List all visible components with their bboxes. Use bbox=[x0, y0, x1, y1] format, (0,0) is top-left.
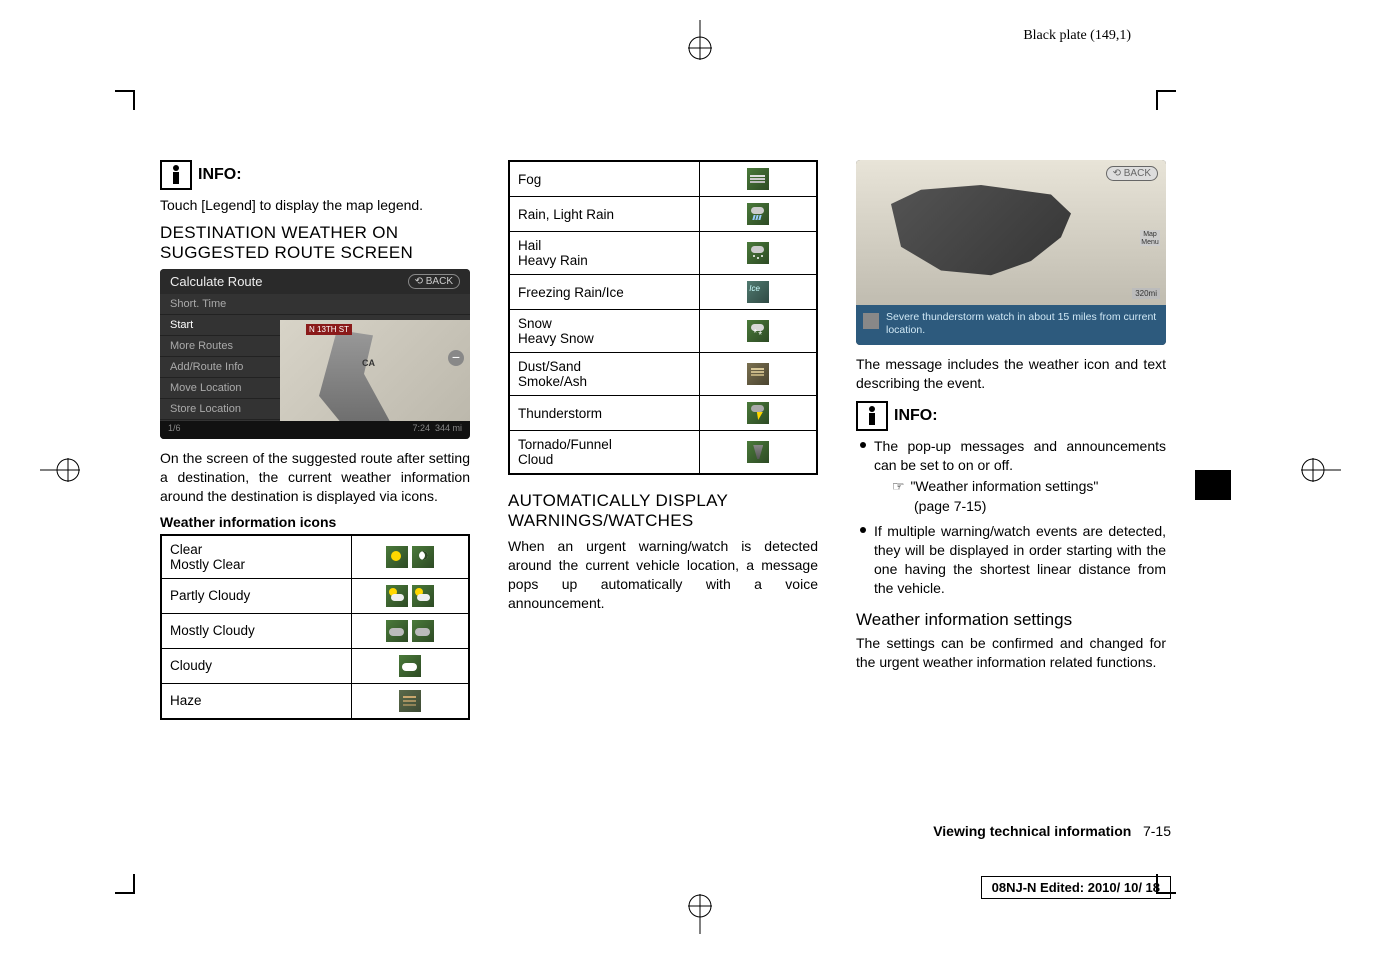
thunderstorm-icon bbox=[747, 402, 769, 424]
table-row: Cloudy bbox=[161, 648, 469, 683]
crop-mark bbox=[1156, 90, 1186, 120]
ice-icon bbox=[747, 281, 769, 303]
map-menu-button[interactable]: Map Menu bbox=[1140, 230, 1160, 246]
info-callout: INFO: bbox=[856, 401, 1166, 431]
dust-icon bbox=[747, 363, 769, 385]
settings-description: The settings can be confirmed and change… bbox=[856, 634, 1166, 672]
footer-section: Viewing technical information 7-15 bbox=[933, 823, 1171, 839]
page-content: INFO: Touch [Legend] to display the map … bbox=[160, 160, 1180, 720]
table-row: Clear Mostly Clear bbox=[161, 535, 469, 579]
calculate-route-screenshot: Calculate Route ⟲ BACK Short. Time Start… bbox=[160, 269, 470, 439]
alert-message: Severe thunderstorm watch in about 15 mi… bbox=[856, 305, 1166, 345]
cloudy-icon bbox=[399, 655, 421, 677]
column-2: Fog Rain, Light Rain Hail Heavy Rain Fre… bbox=[508, 160, 818, 720]
xref-text: "Weather information settings" bbox=[910, 478, 1098, 494]
icon-label: Dust/Sand Smoke/Ash bbox=[509, 353, 700, 396]
back-button[interactable]: ⟲ BACK bbox=[1106, 166, 1158, 181]
snow-icon bbox=[747, 320, 769, 342]
crop-mark bbox=[105, 864, 135, 894]
weather-icons-table-2: Fog Rain, Light Rain Hail Heavy Rain Fre… bbox=[508, 160, 818, 475]
info-callout: INFO: bbox=[160, 160, 470, 190]
distance: 344 mi bbox=[435, 423, 462, 433]
bullet-item: The pop-up messages and announcements ca… bbox=[856, 437, 1166, 517]
info-label: INFO: bbox=[894, 407, 938, 425]
table-row: Rain, Light Rain bbox=[509, 197, 817, 232]
zoom-out-icon[interactable]: − bbox=[448, 350, 464, 366]
mostly-cloudy-night-icon bbox=[412, 620, 434, 642]
icon-label: Freezing Rain/Ice bbox=[509, 275, 700, 310]
legend-tip: Touch [Legend] to display the map legend… bbox=[160, 196, 470, 215]
xref-icon: ☞ bbox=[892, 480, 905, 495]
table-row: Thunderstorm bbox=[509, 396, 817, 431]
reg-mark-left bbox=[40, 455, 80, 485]
icon-label: Partly Cloudy bbox=[161, 578, 352, 613]
us-map: ⟲ BACK Map Menu 320mi bbox=[856, 160, 1166, 305]
heading-weather-settings: Weather information settings bbox=[856, 610, 1166, 630]
haze-icon bbox=[399, 690, 421, 712]
table-row: Haze bbox=[161, 683, 469, 719]
weather-alert-screenshot: ⟲ BACK Map Menu 320mi Severe thunderstor… bbox=[856, 160, 1166, 345]
reg-mark-bottom bbox=[685, 894, 715, 934]
fog-icon bbox=[747, 168, 769, 190]
page-number: 7-15 bbox=[1143, 823, 1171, 839]
icons-table-title: Weather information icons bbox=[160, 514, 470, 530]
info-icon bbox=[856, 401, 888, 431]
rain-icon bbox=[747, 203, 769, 225]
black-plate-note: Black plate (149,1) bbox=[1023, 28, 1131, 44]
table-row: Mostly Cloudy bbox=[161, 613, 469, 648]
scale-label: 320mi bbox=[1132, 288, 1160, 299]
tornado-icon bbox=[747, 441, 769, 463]
column-1: INFO: Touch [Legend] to display the map … bbox=[160, 160, 470, 720]
reg-mark-top bbox=[685, 20, 715, 60]
icon-label: Haze bbox=[161, 683, 352, 719]
crop-mark bbox=[105, 90, 135, 120]
clock: 7:24 bbox=[412, 423, 430, 433]
bullet-item: If multiple warning/watch events are det… bbox=[856, 522, 1166, 598]
icon-label: Clear Mostly Clear bbox=[161, 535, 352, 579]
partly-cloudy-day-icon bbox=[386, 585, 408, 607]
info-label: INFO: bbox=[198, 166, 242, 184]
partly-cloudy-night-icon bbox=[412, 585, 434, 607]
info-icon bbox=[160, 160, 192, 190]
reg-mark-right bbox=[1301, 455, 1341, 485]
map-state: CA bbox=[362, 358, 375, 368]
warning-description: When an urgent warning/watch is detected… bbox=[508, 537, 818, 613]
dest-street: N 13TH ST bbox=[306, 324, 352, 335]
table-row: Partly Cloudy bbox=[161, 578, 469, 613]
back-button[interactable]: ⟲ BACK bbox=[408, 274, 460, 289]
moon-icon bbox=[412, 546, 434, 568]
heading-auto-display: AUTOMATICALLY DISPLAY WARNINGS/WATCHES bbox=[508, 491, 818, 531]
icon-label: Snow Heavy Snow bbox=[509, 310, 700, 353]
table-row: Dust/Sand Smoke/Ash bbox=[509, 353, 817, 396]
icon-label: Cloudy bbox=[161, 648, 352, 683]
column-3: ⟲ BACK Map Menu 320mi Severe thunderstor… bbox=[856, 160, 1166, 720]
icon-label: Hail Heavy Rain bbox=[509, 232, 700, 275]
icon-label: Fog bbox=[509, 161, 700, 197]
icon-label: Thunderstorm bbox=[509, 396, 700, 431]
mostly-cloudy-day-icon bbox=[386, 620, 408, 642]
screen-title: Calculate Route bbox=[170, 274, 263, 289]
thumb-tab bbox=[1195, 470, 1231, 500]
message-description: The message includes the weather icon an… bbox=[856, 355, 1166, 393]
weather-icons-table-1: Clear Mostly Clear Partly Cloudy Mostly … bbox=[160, 534, 470, 720]
document-revision: 08NJ-N Edited: 2010/ 10/ 18 bbox=[981, 876, 1171, 899]
table-row: Fog bbox=[509, 161, 817, 197]
menu-row[interactable]: Short. Time bbox=[160, 294, 470, 315]
xref-page: (page 7-15) bbox=[874, 497, 1166, 516]
table-row: Hail Heavy Rain bbox=[509, 232, 817, 275]
route-description: On the screen of the suggested route aft… bbox=[160, 449, 470, 506]
table-row: Tornado/Funnel Cloud bbox=[509, 431, 817, 475]
page-indicator: 1/6 bbox=[168, 423, 181, 437]
heading-destination-weather: DESTINATION WEATHER ON SUGGESTED ROUTE S… bbox=[160, 223, 470, 263]
icon-label: Tornado/Funnel Cloud bbox=[509, 431, 700, 475]
icon-label: Mostly Cloudy bbox=[161, 613, 352, 648]
table-row: Snow Heavy Snow bbox=[509, 310, 817, 353]
icon-label: Rain, Light Rain bbox=[509, 197, 700, 232]
sun-icon bbox=[386, 546, 408, 568]
hail-icon bbox=[747, 242, 769, 264]
table-row: Freezing Rain/Ice bbox=[509, 275, 817, 310]
